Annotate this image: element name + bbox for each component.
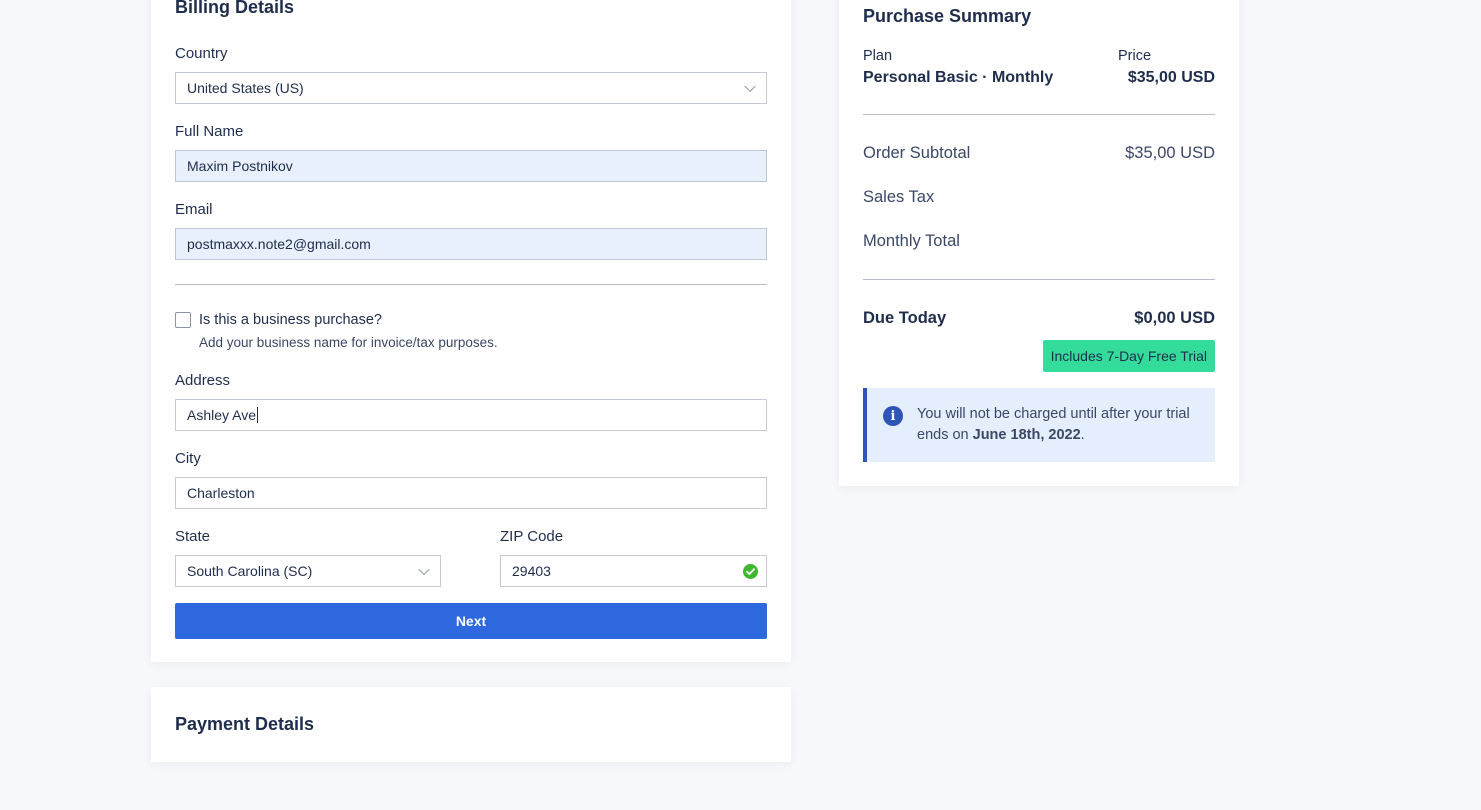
zip-input[interactable]: 29403 [500,555,767,587]
plan-label: Plan [863,48,893,64]
payment-details-title: Payment Details [175,714,315,734]
payment-details-card[interactable]: Payment Details [151,687,791,762]
state-select[interactable]: South Carolina (SC) [175,555,441,587]
purchase-summary-card: Purchase Summary Plan Personal Basic · M… [839,0,1239,486]
trial-notice-text-after: . [1080,427,1085,443]
summary-divider-bottom [863,279,1215,280]
price-value: $35,00 USD [1127,69,1215,86]
full-name-input[interactable]: Maxim Postnikov [175,150,767,182]
section-divider [175,284,767,285]
order-subtotal-value: $35,00 USD [1125,144,1215,162]
full-name-label: Full Name [175,123,244,140]
state-label: State [175,528,211,545]
city-input[interactable]: Charleston [175,477,767,509]
email-label: Email [175,201,213,218]
billing-details-title: Billing Details [175,0,295,17]
sales-tax-label: Sales Tax [863,188,935,206]
email-input[interactable]: postmaxxx.note2@gmail.com [175,228,767,260]
state-select-value: South Carolina (SC) [187,563,313,579]
billing-details-card: Billing Details Country United States (U… [151,0,791,662]
city-label: City [175,450,201,467]
free-trial-badge: Includes 7-Day Free Trial [1042,340,1215,372]
monthly-total-label: Monthly Total [863,232,960,250]
price-label: Price [1118,48,1152,64]
city-value: Charleston [187,485,255,501]
order-subtotal-label: Order Subtotal [863,144,971,162]
business-purchase-checkbox[interactable] [175,312,191,328]
plan-value: Personal Basic · Monthly [863,69,1054,86]
country-select[interactable]: United States (US) [175,72,767,104]
summary-divider-top [863,114,1215,115]
trial-notice: i You will not be charged until after yo… [863,388,1215,462]
business-purchase-hint: Add your business name for invoice/tax p… [199,335,498,350]
due-today-value: $0,00 USD [1134,309,1215,327]
address-value: Ashley Ave [187,407,257,423]
chevron-down-icon [418,563,430,576]
country-select-value: United States (US) [187,80,304,96]
zip-value: 29403 [512,563,551,579]
info-icon: i [883,406,903,426]
email-value: postmaxxx.note2@gmail.com [187,236,371,252]
text-cursor [257,407,259,423]
full-name-value: Maxim Postnikov [187,158,293,174]
purchase-summary-title: Purchase Summary [863,6,1032,26]
chevron-down-icon [744,80,756,93]
business-purchase-label[interactable]: Is this a business purchase? [199,312,382,328]
zip-label: ZIP Code [500,528,564,545]
trial-notice-text: You will not be charged until after your… [917,404,1207,446]
address-label: Address [175,372,231,389]
check-circle-icon [743,564,758,579]
next-button[interactable]: Next [175,603,767,639]
trial-end-date: June 18th, 2022 [972,427,1081,443]
country-label: Country [175,45,228,62]
due-today-label: Due Today [863,309,947,327]
address-input[interactable]: Ashley Ave [175,399,767,431]
